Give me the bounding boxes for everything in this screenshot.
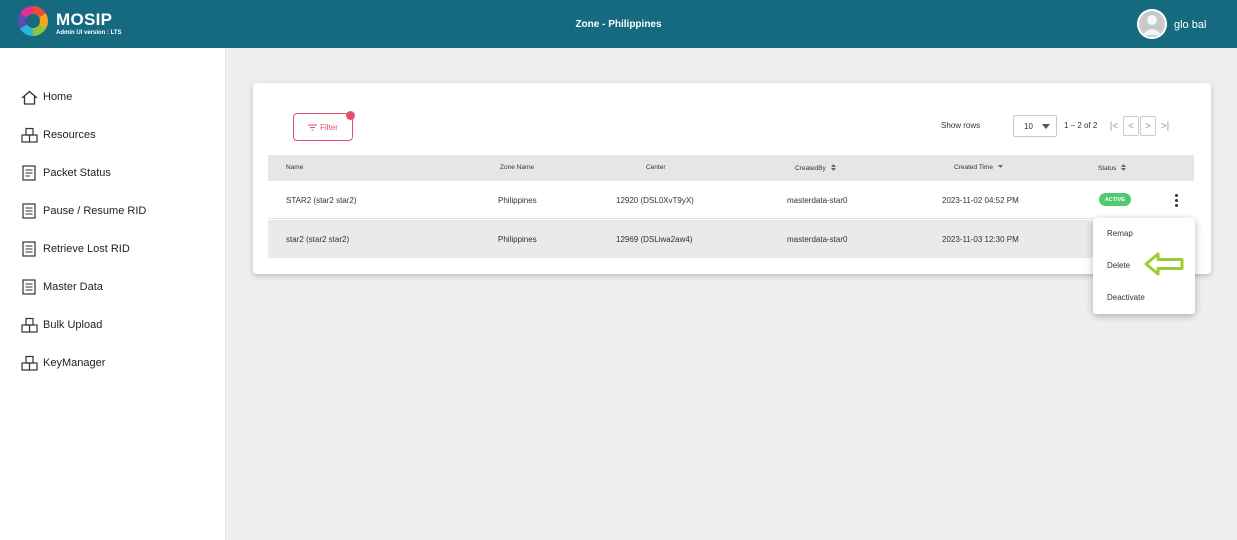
filter-indicator-dot (346, 111, 355, 120)
pagination-range: 1 – 2 of 2 (1064, 121, 1098, 130)
cell-created-by: masterdata-star0 (787, 196, 848, 205)
filter-label: Filter (320, 122, 338, 132)
col-name[interactable]: Name (286, 164, 303, 171)
cell-created-by: masterdata-star0 (787, 235, 848, 244)
sidebar-item-label: Retrieve Lost RID (43, 243, 130, 255)
sidebar-item-label: Bulk Upload (43, 319, 103, 331)
home-icon (20, 88, 38, 106)
menu-item-remap[interactable]: Remap (1107, 229, 1133, 238)
col-created-by: CreatedBy (795, 165, 826, 173)
packet-status-icon (20, 164, 38, 182)
cell-name: STAR2 (star2 star2) (286, 196, 357, 205)
col-status-wrap[interactable]: Status (1098, 164, 1127, 173)
sidebar: Home Resources Packet Status Pause / Res… (0, 48, 226, 540)
sidebar-item-master-data[interactable]: Master Data (20, 277, 103, 297)
next-page-icon[interactable]: > (1140, 116, 1156, 136)
table-header: Name Zone Name Center CreatedBy Created … (268, 155, 1194, 181)
sort-desc-icon (997, 164, 1003, 171)
sidebar-item-resources[interactable]: Resources (20, 125, 96, 145)
cell-center: 12969 (DSLiwa2aw4) (616, 235, 693, 244)
sidebar-item-label: KeyManager (43, 357, 106, 369)
sidebar-item-label: Master Data (43, 281, 103, 293)
sort-icon (830, 164, 836, 173)
rows-per-page-select[interactable]: 10 (1013, 115, 1057, 137)
document-icon (20, 202, 38, 220)
first-page-icon[interactable]: |< (1106, 116, 1122, 136)
sidebar-item-label: Resources (43, 129, 96, 141)
document-icon (20, 240, 38, 258)
sidebar-item-label: Packet Status (43, 167, 111, 179)
menu-item-deactivate[interactable]: Deactivate (1107, 293, 1145, 302)
last-page-icon[interactable]: >| (1157, 116, 1173, 136)
col-created-time: Created Time (954, 164, 994, 172)
filter-icon (308, 124, 318, 131)
zones-card: Filter Show rows 10 1 – 2 of 2 |< < > >|… (253, 83, 1211, 274)
sidebar-item-label: Pause / Resume RID (43, 205, 147, 217)
avatar-icon[interactable] (1137, 9, 1167, 39)
user-name[interactable]: glo bal (1174, 19, 1206, 31)
col-center[interactable]: Center (646, 164, 666, 171)
top-header: MOSIP Admin UI version : LTS Zone - Phil… (0, 0, 1237, 48)
cell-zone: Philippines (498, 235, 537, 244)
annotation-arrow-icon (1144, 252, 1186, 281)
cell-zone: Philippines (498, 196, 537, 205)
filter-button[interactable]: Filter (293, 113, 353, 141)
show-rows-label: Show rows (941, 121, 981, 130)
table-row[interactable]: star2 (star2 star2) Philippines 12969 (D… (268, 220, 1194, 258)
sidebar-item-packet-status[interactable]: Packet Status (20, 163, 111, 183)
sidebar-item-pause-resume-rid[interactable]: Pause / Resume RID (20, 201, 146, 221)
table-row[interactable]: STAR2 (star2 star2) Philippines 12920 (D… (268, 181, 1194, 219)
zone-title: Zone - Philippines (575, 19, 662, 30)
sidebar-item-retrieve-lost-rid[interactable]: Retrieve Lost RID (20, 239, 130, 259)
rows-per-page-value: 10 (1024, 122, 1033, 131)
sidebar-item-keymanager[interactable]: KeyManager (20, 353, 105, 373)
col-created-time-wrap[interactable]: Created Time (954, 164, 1003, 171)
col-zone-name[interactable]: Zone Name (500, 164, 534, 171)
cell-name: star2 (star2 star2) (286, 235, 350, 244)
key-manager-icon (20, 354, 38, 372)
more-vert-icon[interactable] (1172, 194, 1180, 210)
menu-item-delete[interactable]: Delete (1107, 261, 1130, 270)
cell-created-time: 2023-11-03 12:30 PM (942, 235, 1019, 244)
sidebar-item-bulk-upload[interactable]: Bulk Upload (20, 315, 102, 335)
prev-page-icon[interactable]: < (1123, 116, 1139, 136)
document-icon (20, 278, 38, 296)
upload-icon (20, 316, 38, 334)
cell-created-time: 2023-11-02 04:52 PM (942, 196, 1019, 205)
status-badge: ACTIVE (1099, 193, 1131, 206)
col-created-by-wrap[interactable]: CreatedBy (795, 164, 836, 173)
chevron-down-icon (1042, 124, 1050, 129)
sidebar-item-label: Home (43, 91, 73, 103)
sidebar-item-home[interactable]: Home (20, 87, 72, 107)
col-status: Status (1098, 165, 1117, 173)
resources-icon (20, 126, 38, 144)
sort-icon (1121, 164, 1127, 173)
version-label: Admin UI version : LTS (56, 30, 122, 36)
cell-center: 12920 (DSL0XvT9yX) (616, 196, 694, 205)
